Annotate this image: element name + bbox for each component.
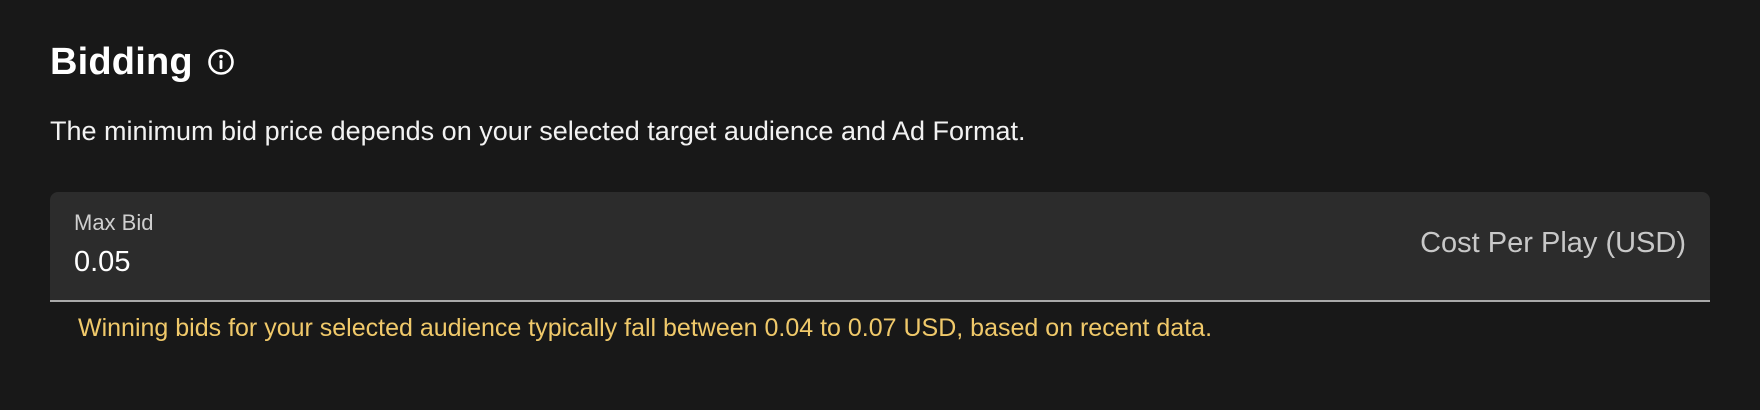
max-bid-field[interactable]: Max Bid Cost Per Play (USD) [50,192,1710,302]
max-bid-input[interactable] [74,246,974,279]
bid-range-helper-text: Winning bids for your selected audience … [78,314,1213,342]
bidding-header: Bidding [50,38,235,86]
info-circle-icon[interactable] [207,48,235,76]
section-description: The minimum bid price depends on your se… [50,116,1026,146]
cost-per-play-suffix: Cost Per Play (USD) [1420,227,1686,259]
section-title: Bidding [50,40,193,83]
max-bid-label: Max Bid [74,210,154,235]
